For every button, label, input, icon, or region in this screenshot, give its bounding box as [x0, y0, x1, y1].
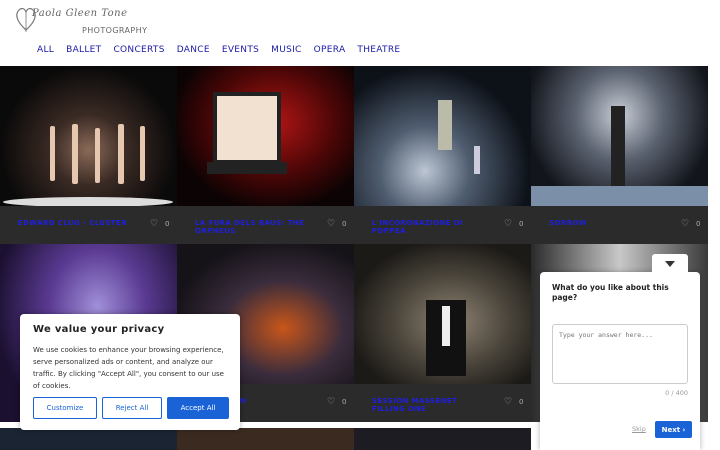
tile-title[interactable]: SORROW — [549, 219, 667, 227]
survey-question: What do you like about this page? — [552, 283, 669, 302]
tile-title[interactable]: L'INCORONAZIONE DI POPPEA — [372, 219, 490, 235]
gallery-tile[interactable] — [354, 428, 531, 450]
tile-photo[interactable] — [354, 244, 531, 384]
performer-illustration — [531, 106, 708, 206]
skip-link[interactable]: Skip — [632, 425, 646, 433]
cookie-body: We use cookies to enhance your browsing … — [33, 346, 224, 390]
like-count: 0 — [696, 220, 701, 228]
gallery-tile[interactable]: LA FURA DELS BAUS: THE ORPHEUS ♡ 0 — [177, 66, 354, 244]
cookie-title: We value your privacy — [33, 324, 165, 335]
customize-button[interactable]: Customize — [33, 397, 97, 419]
gallery-tile[interactable]: SESSION MASSENET FILLING ONE ♡ 0 — [354, 244, 531, 422]
feedback-survey-widget: What do you like about this page? 0 / 40… — [540, 254, 700, 450]
heart-icon[interactable]: ♡ — [681, 219, 689, 229]
tile-photo[interactable] — [354, 66, 531, 206]
tile-title[interactable]: LA FURA DELS BAUS: THE ORPHEUS — [195, 219, 313, 235]
like-count: 0 — [342, 220, 347, 228]
nav-music[interactable]: MUSIC — [271, 45, 302, 55]
gallery-tile[interactable]: SORROW ♡ 0 — [531, 66, 708, 244]
dancers-illustration — [3, 124, 173, 206]
next-button[interactable]: Next › — [655, 421, 692, 438]
tile-caption: LA FURA DELS BAUS: THE ORPHEUS ♡ 0 — [177, 206, 354, 244]
like-count: 0 — [519, 398, 524, 406]
chevron-down-icon — [665, 261, 675, 267]
site-logo[interactable]: Paola Gleen Tone PHOTOGRAPHY — [14, 2, 147, 36]
singer-illustration — [426, 300, 466, 376]
nav-concerts[interactable]: CONCERTS — [113, 45, 164, 55]
heart-icon[interactable]: ♡ — [150, 219, 158, 229]
logo-script-text: Paola Gleen Tone — [32, 8, 128, 19]
tile-title[interactable]: SESSION MASSENET FILLING ONE — [372, 397, 490, 413]
tile-caption: SESSION MASSENET FILLING ONE ♡ 0 — [354, 384, 531, 422]
reject-all-button[interactable]: Reject All — [102, 397, 162, 419]
gallery-tile[interactable] — [177, 428, 354, 450]
tile-photo[interactable] — [531, 66, 708, 206]
nav-events[interactable]: EVENTS — [222, 45, 259, 55]
logo-subtitle: PHOTOGRAPHY — [82, 26, 148, 35]
survey-answer-input[interactable] — [552, 324, 688, 384]
heart-icon[interactable]: ♡ — [504, 219, 512, 229]
like-count: 0 — [519, 220, 524, 228]
cookie-consent-banner: We value your privacy We use cookies to … — [20, 314, 240, 430]
like-count: 0 — [165, 220, 170, 228]
tile-title[interactable]: EDWARD CLUG - CLUSTER — [18, 219, 136, 227]
nav-opera[interactable]: OPERA — [314, 45, 346, 55]
nav-theatre[interactable]: THEATRE — [357, 45, 400, 55]
tile-caption: EDWARD CLUG - CLUSTER ♡ 0 — [0, 206, 177, 244]
cookie-buttons: Customize Reject All Accept All — [33, 397, 229, 419]
char-counter: 0 / 400 — [665, 389, 688, 397]
site-header: Paola Gleen Tone PHOTOGRAPHY ALL BALLET … — [0, 0, 720, 66]
accept-all-button[interactable]: Accept All — [167, 397, 229, 419]
tile-photo[interactable] — [0, 66, 177, 206]
gallery-tile[interactable]: EDWARD CLUG - CLUSTER ♡ 0 — [0, 66, 177, 244]
nav-all[interactable]: ALL — [37, 45, 54, 55]
nav-dance[interactable]: DANCE — [177, 45, 210, 55]
tile-photo[interactable] — [177, 66, 354, 206]
gallery-tile[interactable] — [0, 428, 177, 450]
stage-cage-illustration — [207, 92, 287, 174]
stage-statue-illustration — [438, 100, 480, 174]
tile-caption: SORROW ♡ 0 — [531, 206, 708, 244]
tile-caption: L'INCORONAZIONE DI POPPEA ♡ 0 — [354, 206, 531, 244]
category-nav: ALL BALLET CONCERTS DANCE EVENTS MUSIC O… — [37, 45, 412, 55]
nav-ballet[interactable]: BALLET — [66, 45, 101, 55]
gallery-tile[interactable]: L'INCORONAZIONE DI POPPEA ♡ 0 — [354, 66, 531, 244]
heart-icon[interactable]: ♡ — [504, 397, 512, 407]
collapse-tab[interactable] — [652, 254, 688, 274]
heart-icon[interactable]: ♡ — [327, 397, 335, 407]
heart-icon[interactable]: ♡ — [327, 219, 335, 229]
like-count: 0 — [342, 398, 347, 406]
